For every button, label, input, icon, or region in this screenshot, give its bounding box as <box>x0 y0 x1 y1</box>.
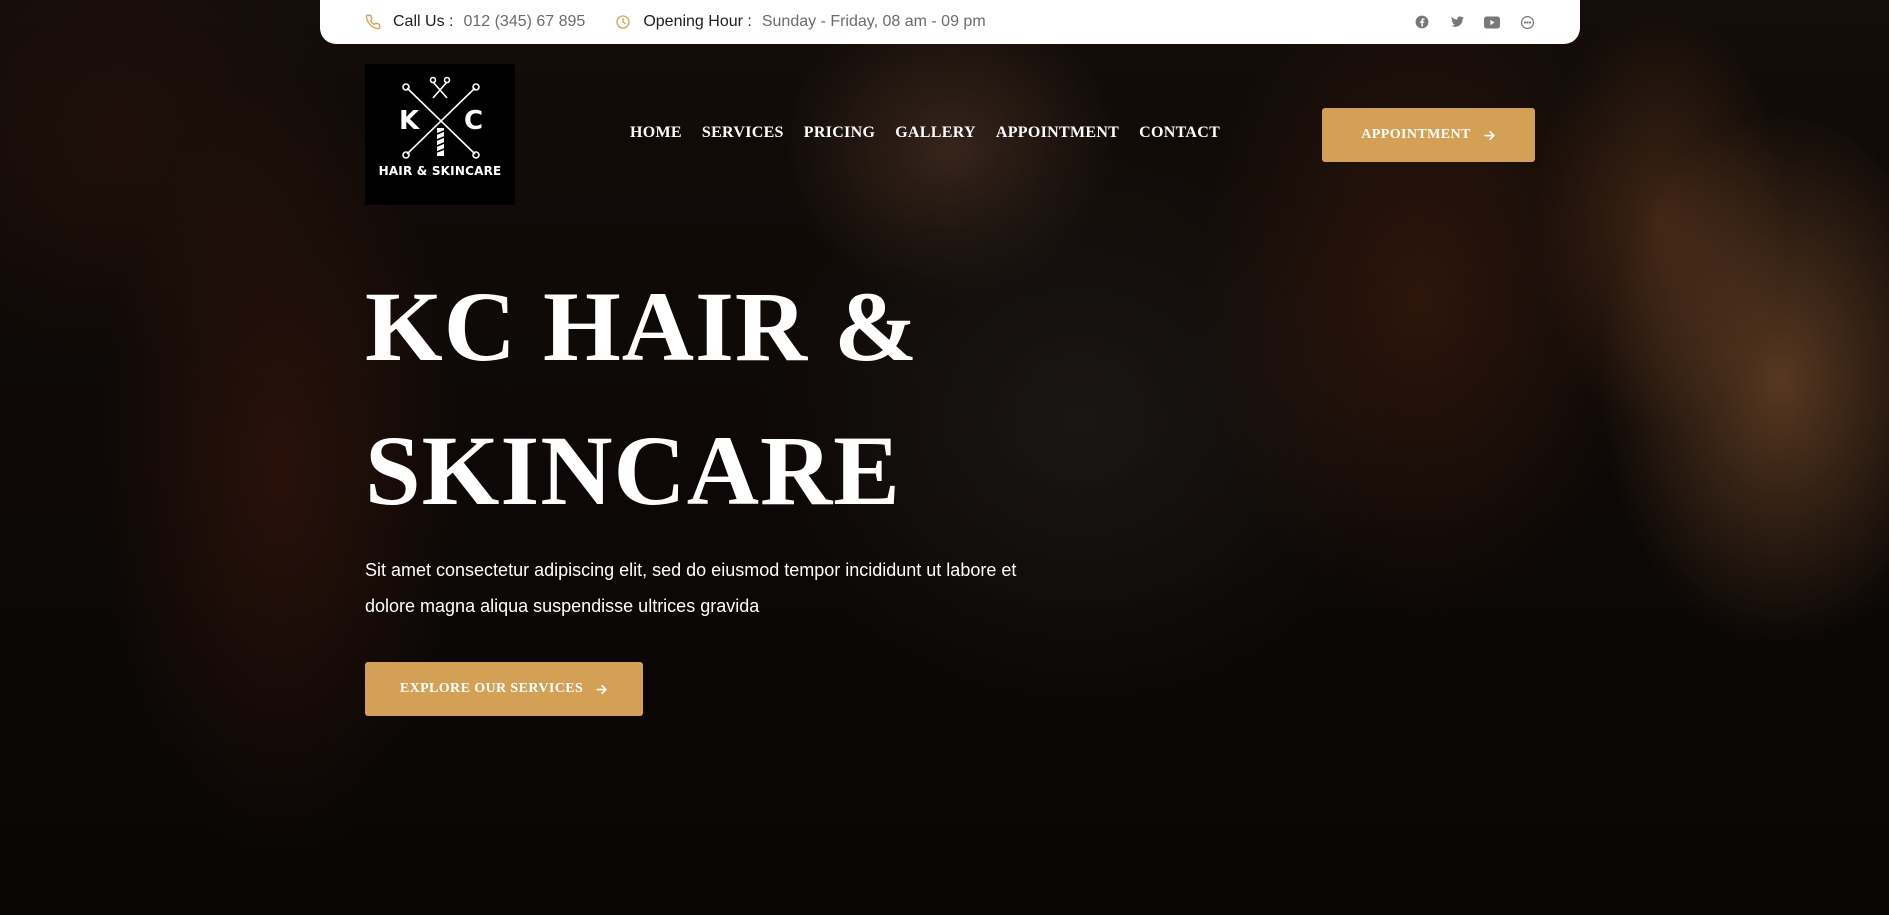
youtube-icon[interactable] <box>1484 14 1500 30</box>
hero-title: KC HAIR & SKINCARE <box>365 255 1065 543</box>
nav-pricing[interactable]: PRICING <box>804 124 875 142</box>
crossed-scissors-logo-mark <box>402 76 480 159</box>
twitter-icon[interactable] <box>1449 14 1465 30</box>
appointment-button-label: APPOINTMENT <box>1361 127 1471 142</box>
phone-number[interactable]: 012 (345) 67 895 <box>463 13 585 31</box>
logo-tagline: HAIR & SKINCARE <box>378 164 502 178</box>
hero-description: Sit amet consectetur adipiscing elit, se… <box>365 560 1017 616</box>
clock-icon <box>616 15 630 29</box>
phone-icon <box>365 14 381 30</box>
appointment-button[interactable]: APPOINTMENT <box>1322 108 1535 162</box>
call-info: Call Us : 012 (345) 67 895 <box>365 13 585 31</box>
main-navigation: HOME SERVICES PRICING GALLERY APPOINTMEN… <box>630 124 1220 142</box>
logo-letter-c: C <box>464 106 484 136</box>
logo-letter-k: K <box>399 106 420 136</box>
arrow-right-icon <box>1484 130 1495 140</box>
site-logo[interactable]: K C HAIR & SKINCARE <box>365 64 515 205</box>
nav-appointment[interactable]: APPOINTMENT <box>996 124 1119 142</box>
arrow-right-icon <box>596 684 607 694</box>
facebook-icon[interactable] <box>1414 14 1430 30</box>
opening-hours-info: Opening Hour : Sunday - Friday, 08 am - … <box>615 13 986 31</box>
explore-services-label: EXPLORE OUR SERVICES <box>399 681 584 696</box>
nav-contact[interactable]: CONTACT <box>1139 124 1220 142</box>
hero-title-line-1: KC HAIR & <box>365 271 919 382</box>
explore-services-button[interactable]: EXPLORE OUR SERVICES <box>365 662 643 716</box>
hours-value: Sunday - Friday, 08 am - 09 pm <box>761 13 986 30</box>
social-links <box>1414 14 1535 30</box>
hero-title-line-2: SKINCARE <box>365 415 901 526</box>
messenger-icon[interactable] <box>1519 14 1535 30</box>
hours-label: Opening Hour : <box>643 13 752 30</box>
nav-gallery[interactable]: GALLERY <box>895 124 976 142</box>
top-info-bar: Call Us : 012 (345) 67 895 Opening Hour … <box>320 0 1580 44</box>
call-label: Call Us : <box>393 13 454 30</box>
nav-home[interactable]: HOME <box>630 124 682 142</box>
nav-services[interactable]: SERVICES <box>702 124 784 142</box>
